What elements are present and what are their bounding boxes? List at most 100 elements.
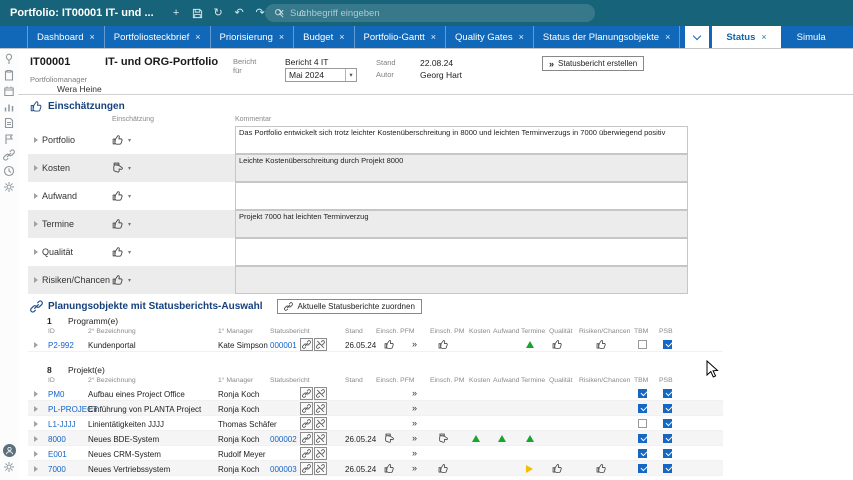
tab-close-icon[interactable]: × [339,32,344,42]
dropdown-caret-icon[interactable]: ▾ [128,165,131,172]
planning-id-link[interactable]: 7000 [48,465,66,474]
chart-icon[interactable] [3,101,15,113]
link-report-button[interactable] [300,417,313,430]
expand-arrow-icon[interactable] [34,391,38,397]
picker-chevrons-icon[interactable]: » [412,339,417,349]
undo-icon[interactable]: ↶ [233,7,246,20]
psb-checkbox[interactable] [663,464,672,473]
tab-close-icon[interactable]: × [195,32,200,42]
thumb-icon[interactable] [112,162,124,174]
expand-arrow-icon[interactable] [34,221,38,227]
expand-arrow-icon[interactable] [34,451,38,457]
gear-icon[interactable] [3,181,15,193]
psb-checkbox[interactable] [663,404,672,413]
link-report-button[interactable] [300,462,313,475]
tab-close-icon[interactable]: × [89,32,94,42]
chevron-down-icon[interactable]: ▾ [345,69,356,81]
link-report-button[interactable] [300,338,313,351]
assessment-comment[interactable] [235,266,688,294]
assessment-comment[interactable] [235,182,688,210]
link-report-button[interactable] [300,447,313,460]
tbm-checkbox[interactable] [638,389,647,398]
assign-current-reports-button[interactable]: Aktuelle Statusberichte zuordnen [277,299,421,314]
tab-close-icon[interactable]: × [761,32,766,42]
expand-arrow-icon[interactable] [34,406,38,412]
tbm-checkbox[interactable] [638,340,647,349]
tab-close-icon[interactable]: × [665,32,670,42]
tbm-checkbox[interactable] [638,419,647,428]
tab-simulation-partial[interactable]: Simula [797,26,826,48]
tbm-checkbox[interactable] [638,449,647,458]
create-status-report-button[interactable]: » Statusbericht erstellen [542,56,644,71]
unlink-report-button[interactable] [314,402,327,415]
picker-chevrons-icon[interactable]: » [412,463,417,473]
refresh-icon[interactable]: ↻ [212,7,225,20]
dropdown-caret-icon[interactable]: ▾ [128,221,131,228]
status-report-link[interactable]: 000001 [270,341,297,350]
tab-close-icon[interactable]: × [519,32,524,42]
expand-arrow-icon[interactable] [34,277,38,283]
expand-arrow-icon[interactable] [34,249,38,255]
thumb-icon[interactable] [112,134,124,146]
thumb-pfm-icon[interactable] [384,339,395,350]
link-icon[interactable] [3,149,15,161]
pin-icon[interactable] [3,53,15,65]
flag-icon[interactable] [3,133,15,145]
picker-chevrons-icon[interactable]: » [412,418,417,428]
picker-chevrons-icon[interactable]: » [412,403,417,413]
thumb-icon[interactable] [112,190,124,202]
planning-id-link[interactable]: PM0 [48,390,64,399]
user-avatar[interactable] [3,444,16,457]
unlink-report-button[interactable] [314,432,327,445]
tab-quality-gates[interactable]: Quality Gates× [446,26,534,48]
report-period-select[interactable]: Mai 2024 ▾ [285,68,357,82]
psb-checkbox[interactable] [663,419,672,428]
picker-chevrons-icon[interactable]: » [412,433,417,443]
assessment-comment[interactable] [235,238,688,266]
tab-portfoliosteckbrief[interactable]: Portfoliosteckbrief× [105,26,211,48]
tab-overflow-button[interactable] [685,26,709,48]
psb-checkbox[interactable] [663,434,672,443]
document-icon[interactable] [3,117,15,129]
save-icon[interactable] [191,8,204,19]
link-report-button[interactable] [300,432,313,445]
thumb-pfm-icon[interactable] [384,433,395,444]
picker-chevrons-icon[interactable]: » [412,448,417,458]
tbm-checkbox[interactable] [638,464,647,473]
unlink-report-button[interactable] [314,338,327,351]
tab-status[interactable]: Status× [712,26,780,48]
calendar-icon[interactable] [3,85,15,97]
tab-priorisierung[interactable]: Priorisierung× [211,26,295,48]
planning-id-link[interactable]: 8000 [48,435,66,444]
dropdown-caret-icon[interactable]: ▾ [128,137,131,144]
assessment-comment[interactable]: Das Portfolio entwickelt sich trotz leic… [235,126,688,154]
link-report-button[interactable] [300,402,313,415]
planning-id-link[interactable]: P2-992 [48,341,74,350]
tab-budget[interactable]: Budget× [294,26,354,48]
unlink-report-button[interactable] [314,462,327,475]
expand-arrow-icon[interactable] [34,165,38,171]
psb-checkbox[interactable] [663,449,672,458]
expand-arrow-icon[interactable] [34,421,38,427]
expand-arrow-icon[interactable] [34,137,38,143]
search-input[interactable]: Suchbegriff eingeben [265,4,595,22]
expand-arrow-icon[interactable] [34,466,38,472]
status-report-link[interactable]: 000002 [270,435,297,444]
link-report-button[interactable] [300,387,313,400]
tab-portfolio-gantt[interactable]: Portfolio-Gantt× [355,26,447,48]
expand-arrow-icon[interactable] [34,342,38,348]
thumb-pfm-icon[interactable] [384,463,395,474]
unlink-report-button[interactable] [314,387,327,400]
settings-icon[interactable] [3,461,15,473]
tab-close-icon[interactable]: × [279,32,284,42]
tab-dashboard[interactable]: Dashboard× [28,26,105,48]
assessment-comment[interactable]: Leichte Kostenüberschreitung durch Proje… [235,154,688,182]
clock-icon[interactable] [3,165,15,177]
unlink-report-button[interactable] [314,417,327,430]
unlink-report-button[interactable] [314,447,327,460]
planning-id-link[interactable]: E001 [48,450,67,459]
thumb-icon[interactable] [112,274,124,286]
picker-chevrons-icon[interactable]: » [412,388,417,398]
dropdown-caret-icon[interactable]: ▾ [128,277,131,284]
psb-checkbox[interactable] [663,340,672,349]
